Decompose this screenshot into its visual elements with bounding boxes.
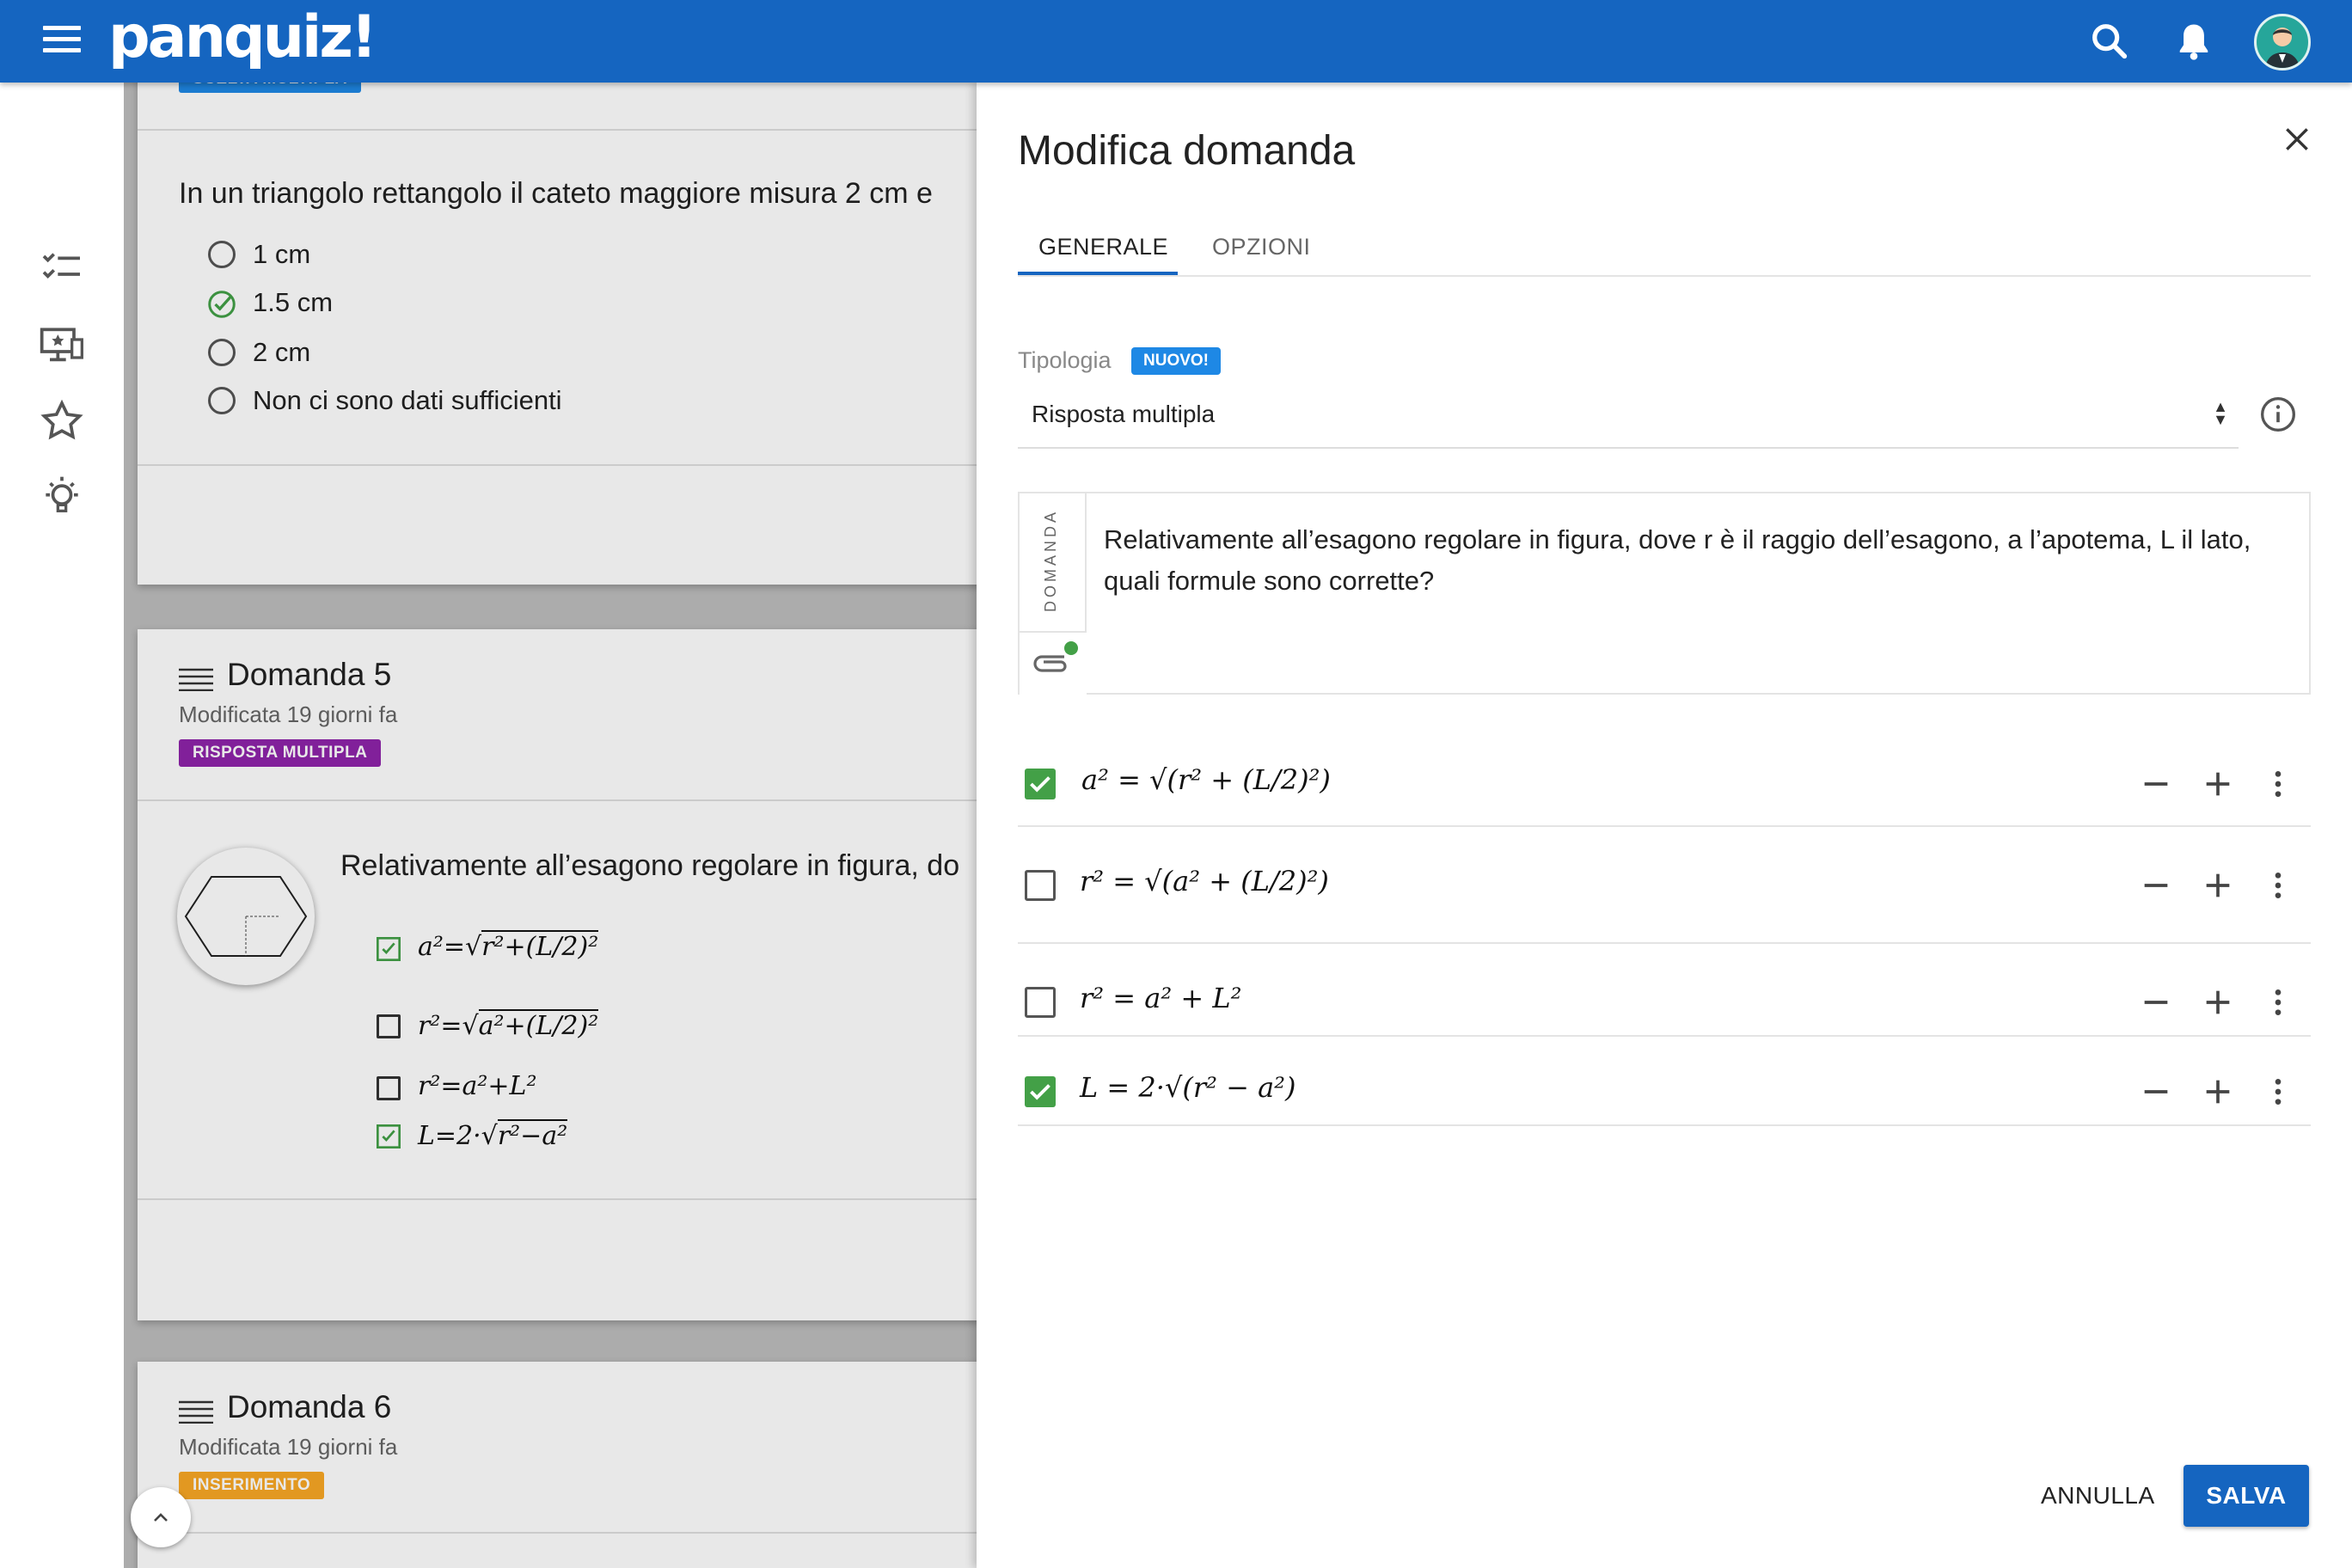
active-tab-indicator	[1018, 272, 1178, 275]
cancel-button[interactable]: ANNULLA	[2024, 1467, 2172, 1525]
answer-correct-checkbox[interactable]	[1025, 1076, 1056, 1107]
more-vert-icon[interactable]	[2261, 1075, 2295, 1109]
app-logo[interactable]: panquiz!	[108, 3, 377, 71]
question-type-tag: SCELTA MULTIPLA	[179, 83, 361, 93]
option-radio	[208, 241, 236, 268]
option-label: Non ci sono dati sufficienti	[253, 385, 562, 415]
answer-formula[interactable]: r² = √(a² + (L/2)²)	[1080, 865, 1329, 897]
quiz-list-icon[interactable]	[38, 244, 86, 292]
option-label: 2 cm	[253, 337, 311, 367]
question-card[interactable]: Domanda 5 Modificata 19 giorni fa RISPOS…	[138, 629, 977, 1320]
select-arrows-icon: ▲ ▼	[2213, 398, 2228, 428]
attachment-button[interactable]	[1020, 631, 1087, 696]
live-game-icon[interactable]	[38, 322, 86, 370]
question-side-label: DOMANDA	[1042, 508, 1059, 612]
option-formula: a²=√r²+(L/2)²	[418, 930, 599, 962]
question-type-value: Risposta multipla	[1032, 401, 1216, 427]
answer-row: r² = a² + L²	[1018, 944, 2311, 1037]
option-checkbox	[377, 1014, 401, 1038]
answer-correct-checkbox[interactable]	[1025, 987, 1056, 1018]
answer-formula[interactable]: r² = a² + L²	[1080, 982, 1241, 1014]
question-modified: Modificata 19 giorni fa	[179, 1434, 398, 1460]
answer-correct-checkbox[interactable]	[1025, 769, 1056, 799]
minus-icon[interactable]	[2139, 868, 2173, 903]
close-icon[interactable]	[2280, 122, 2314, 156]
option-formula: r²=a²+L²	[418, 1071, 537, 1101]
plus-icon[interactable]	[2201, 1075, 2235, 1109]
plus-icon[interactable]	[2201, 767, 2235, 801]
option-radio	[208, 339, 236, 366]
favorites-star-icon[interactable]	[38, 397, 86, 445]
answer-row: a² = √(r² + (L/2)²)	[1018, 739, 2311, 827]
question-text: In un triangolo rettangolo il cateto mag…	[179, 177, 933, 210]
minus-icon[interactable]	[2139, 1075, 2173, 1109]
top-app-bar: panquiz!	[0, 0, 2352, 83]
option-formula: r²=√a²+(L/2)²	[418, 1009, 599, 1041]
user-avatar[interactable]	[2254, 14, 2311, 70]
answer-row: L = 2·√(r² − a²)	[1018, 1037, 2311, 1126]
ideas-lightbulb-icon[interactable]	[38, 473, 86, 521]
question-lines-icon	[179, 668, 213, 691]
option-checkbox	[377, 1076, 401, 1100]
question-text: Relativamente all’esagono regolare in fi…	[340, 849, 960, 882]
check-icon	[1030, 776, 1050, 793]
type-label: Tipologia	[1018, 347, 1112, 373]
tabs-divider	[1018, 275, 2311, 277]
notifications-bell-icon[interactable]	[2171, 19, 2216, 64]
correct-check-circle-icon	[208, 291, 236, 318]
chevron-up-icon	[154, 1513, 168, 1522]
option-radio	[208, 387, 236, 414]
question-title: Domanda 6	[227, 1389, 392, 1424]
question-modified: Modificata 19 giorni fa	[179, 701, 398, 727]
question-type-tag: INSERIMENTO	[179, 1472, 325, 1499]
option-formula: L=2·√r²−a²	[418, 1119, 568, 1151]
question-title: Domanda 5	[227, 657, 392, 692]
minus-icon[interactable]	[2139, 985, 2173, 1020]
check-icon	[1030, 1084, 1050, 1100]
attachment-status-dot	[1064, 641, 1078, 655]
scroll-top-button[interactable]	[131, 1487, 191, 1547]
correct-checkbox-icon	[377, 1124, 401, 1148]
edit-question-panel: Modifica domanda GENERALE OPZIONI Tipolo…	[977, 83, 2352, 1568]
panel-title: Modifica domanda	[1018, 128, 1356, 174]
question-type-select[interactable]: Risposta multipla ▲ ▼	[1018, 390, 2239, 449]
more-vert-icon[interactable]	[2261, 868, 2295, 903]
tab-opzioni[interactable]: OPZIONI	[1212, 234, 1311, 260]
question-card[interactable]: Domanda 6 Modificata 19 giorni fa INSERI…	[138, 1362, 977, 1568]
save-button[interactable]: SALVA	[2184, 1465, 2309, 1527]
answer-formula[interactable]: a² = √(r² + (L/2)²)	[1081, 763, 1331, 796]
new-badge: NUOVO!	[1131, 347, 1221, 375]
search-icon[interactable]	[2087, 19, 2132, 64]
question-card[interactable]: SCELTA MULTIPLA In un triangolo rettango…	[138, 83, 977, 585]
answer-correct-checkbox[interactable]	[1025, 870, 1056, 901]
plus-icon[interactable]	[2201, 868, 2235, 903]
question-lines-icon	[179, 1400, 213, 1424]
minus-icon[interactable]	[2139, 767, 2173, 801]
more-vert-icon[interactable]	[2261, 767, 2295, 801]
answer-formula[interactable]: L = 2·√(r² − a²)	[1080, 1071, 1295, 1104]
question-type-tag: RISPOSTA MULTIPLA	[179, 739, 382, 767]
question-editor: DOMANDA Relativamente all’esagono regola…	[1018, 492, 2311, 696]
tab-generale[interactable]: GENERALE	[1038, 234, 1168, 260]
question-list: SCELTA MULTIPLA In un triangolo rettango…	[124, 83, 977, 1568]
sidebar	[0, 83, 124, 1568]
question-text-input[interactable]: Relativamente all’esagono regolare in fi…	[1104, 519, 2290, 602]
option-label: 1 cm	[253, 239, 311, 269]
hexagon-figure-thumbnail[interactable]	[177, 848, 315, 985]
answer-row: r² = √(a² + (L/2)²)	[1018, 827, 2311, 944]
correct-checkbox-icon	[377, 937, 401, 961]
more-vert-icon[interactable]	[2261, 985, 2295, 1020]
menu-icon[interactable]	[43, 26, 81, 57]
plus-icon[interactable]	[2201, 985, 2235, 1020]
option-label: 1.5 cm	[253, 287, 334, 317]
info-icon[interactable]	[2259, 395, 2297, 433]
